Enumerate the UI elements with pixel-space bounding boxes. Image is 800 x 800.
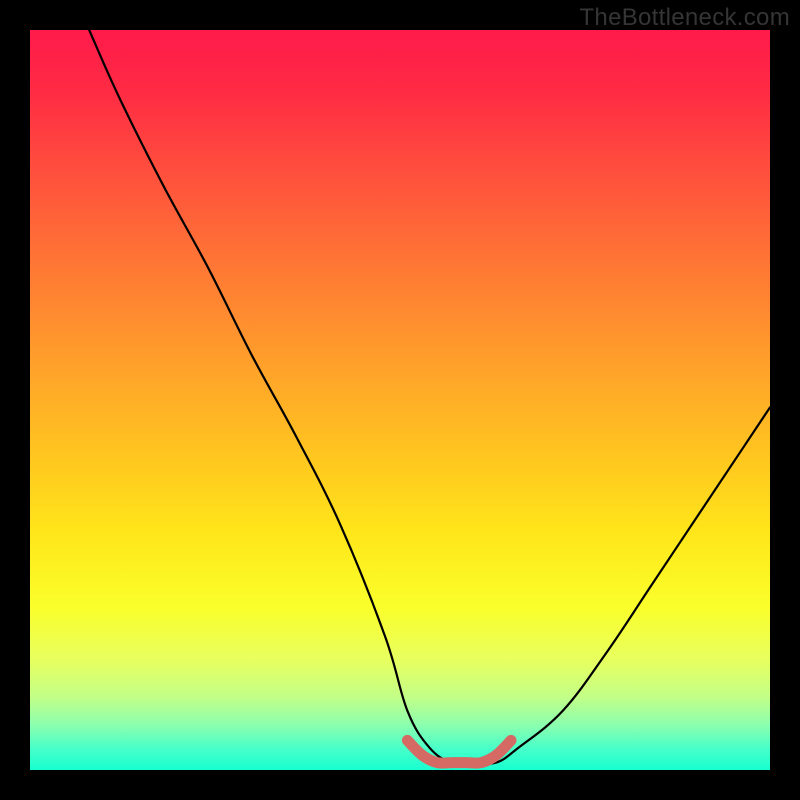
bottleneck-curve-path bbox=[89, 30, 770, 764]
valley-highlight-path bbox=[407, 740, 511, 763]
watermark-text: TheBottleneck.com bbox=[579, 4, 790, 32]
plot-area bbox=[30, 30, 770, 770]
curve-svg bbox=[30, 30, 770, 770]
chart-frame: TheBottleneck.com bbox=[0, 0, 800, 800]
